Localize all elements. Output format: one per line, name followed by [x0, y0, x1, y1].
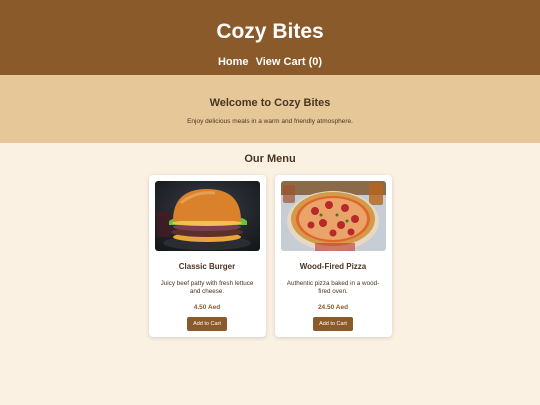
main-nav: Home View Cart (0) — [0, 56, 540, 68]
pizza-image — [280, 181, 386, 251]
burger-image — [154, 181, 260, 251]
menu-grid: Classic Burger Juicy beef patty with fre… — [0, 175, 540, 337]
site-header: Cozy Bites Home View Cart (0) — [0, 0, 540, 75]
nav-view-cart-link[interactable]: View Cart (0) — [256, 56, 322, 68]
item-price: 4.50 Aed — [193, 304, 221, 311]
add-to-cart-button[interactable]: Add to Cart — [313, 317, 353, 331]
menu-card-pizza: Wood-Fired Pizza Authentic pizza baked i… — [274, 175, 392, 337]
item-price: 24.50 Aed — [317, 304, 349, 311]
welcome-subtitle: Enjoy delicious meals in a warm and frie… — [187, 118, 353, 125]
item-description: Authentic pizza baked in a wood-fired ov… — [286, 280, 380, 295]
menu-card-burger: Classic Burger Juicy beef patty with fre… — [148, 175, 266, 337]
welcome-banner: Welcome to Cozy Bites Enjoy delicious me… — [0, 75, 540, 143]
welcome-heading: Welcome to Cozy Bites — [209, 97, 331, 109]
nav-home-link[interactable]: Home — [218, 56, 249, 68]
menu-heading: Our Menu — [244, 153, 296, 165]
item-name: Classic Burger — [178, 262, 236, 271]
item-name: Wood-Fired Pizza — [299, 262, 367, 271]
add-to-cart-button[interactable]: Add to Cart — [187, 317, 227, 331]
site-title: Cozy Bites — [216, 20, 324, 43]
item-description: Juicy beef patty with fresh lettuce and … — [160, 280, 254, 295]
